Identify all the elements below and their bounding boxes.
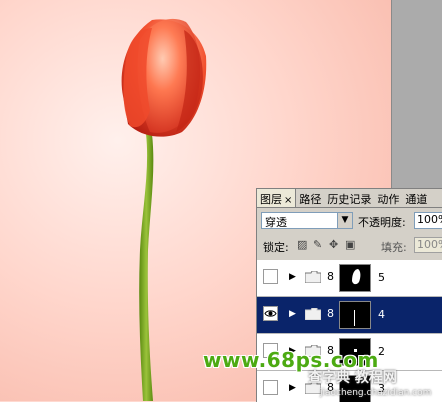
tab-channels-label: 通道 bbox=[405, 193, 428, 206]
url-watermark: jiaocheng.chazidian.com bbox=[320, 388, 432, 398]
layer-name[interactable]: 5 bbox=[378, 271, 385, 284]
blend-row: 穿透 ▼ 不透明度: 100% bbox=[257, 210, 442, 232]
blend-mode-select[interactable]: 穿透 ▼ bbox=[261, 212, 353, 229]
tab-layers[interactable]: 图层 × bbox=[257, 189, 297, 207]
close-icon[interactable]: × bbox=[284, 195, 292, 206]
tab-history[interactable]: 历史记录 bbox=[324, 189, 374, 207]
layer-name[interactable]: 2 bbox=[378, 345, 385, 358]
blend-mode-value: 穿透 bbox=[265, 216, 287, 229]
folder-icon bbox=[305, 271, 321, 283]
link-icon: 8 bbox=[327, 307, 334, 320]
tab-paths-label: 路径 bbox=[299, 193, 322, 206]
chevron-down-icon[interactable]: ▼ bbox=[337, 213, 352, 228]
eye-icon[interactable] bbox=[263, 306, 278, 321]
opacity-label: 不透明度: bbox=[358, 216, 406, 229]
link-icon: 8 bbox=[327, 270, 334, 283]
lock-row: 锁定: ▨ ✎ ✥ ▣ 填充: 100% bbox=[257, 236, 442, 256]
tab-actions-label: 动作 bbox=[377, 193, 400, 206]
lock-label: 锁定: bbox=[263, 241, 289, 254]
fill-label: 填充: bbox=[381, 241, 407, 254]
tab-history-label: 历史记录 bbox=[327, 193, 372, 206]
layer-name[interactable]: 4 bbox=[378, 308, 385, 321]
cn-watermark: 查字典 教程网 bbox=[308, 370, 397, 386]
expand-arrow-icon[interactable]: ▶ bbox=[289, 383, 296, 393]
tab-layers-label: 图层 bbox=[260, 193, 282, 206]
expand-arrow-icon[interactable]: ▶ bbox=[289, 272, 296, 282]
fill-input[interactable]: 100% bbox=[414, 237, 442, 253]
visibility-toggle[interactable] bbox=[263, 269, 278, 284]
tab-channels[interactable]: 通道 bbox=[402, 189, 430, 207]
lock-all-icon[interactable]: ▣ bbox=[345, 239, 356, 250]
layer-mask-thumbnail[interactable] bbox=[339, 301, 371, 329]
layer-row[interactable]: ▶ 8 4 bbox=[257, 297, 442, 334]
layer-mask-thumbnail[interactable] bbox=[339, 264, 371, 292]
lock-brush-icon[interactable]: ✎ bbox=[313, 239, 324, 250]
expand-arrow-icon[interactable]: ▶ bbox=[289, 309, 296, 319]
opacity-input[interactable]: 100% bbox=[414, 212, 442, 229]
lock-transparency-icon[interactable]: ▨ bbox=[297, 239, 308, 250]
panel-tabs: 图层 × 路径 历史记录 动作 通道 bbox=[257, 189, 442, 208]
layer-row[interactable]: ▶ 8 5 bbox=[257, 260, 442, 297]
workspace-background bbox=[391, 0, 442, 188]
lock-move-icon[interactable]: ✥ bbox=[329, 239, 340, 250]
tab-actions[interactable]: 动作 bbox=[374, 189, 402, 207]
tab-paths[interactable]: 路径 bbox=[296, 189, 324, 207]
folder-icon bbox=[305, 308, 321, 320]
visibility-toggle[interactable] bbox=[263, 380, 278, 395]
